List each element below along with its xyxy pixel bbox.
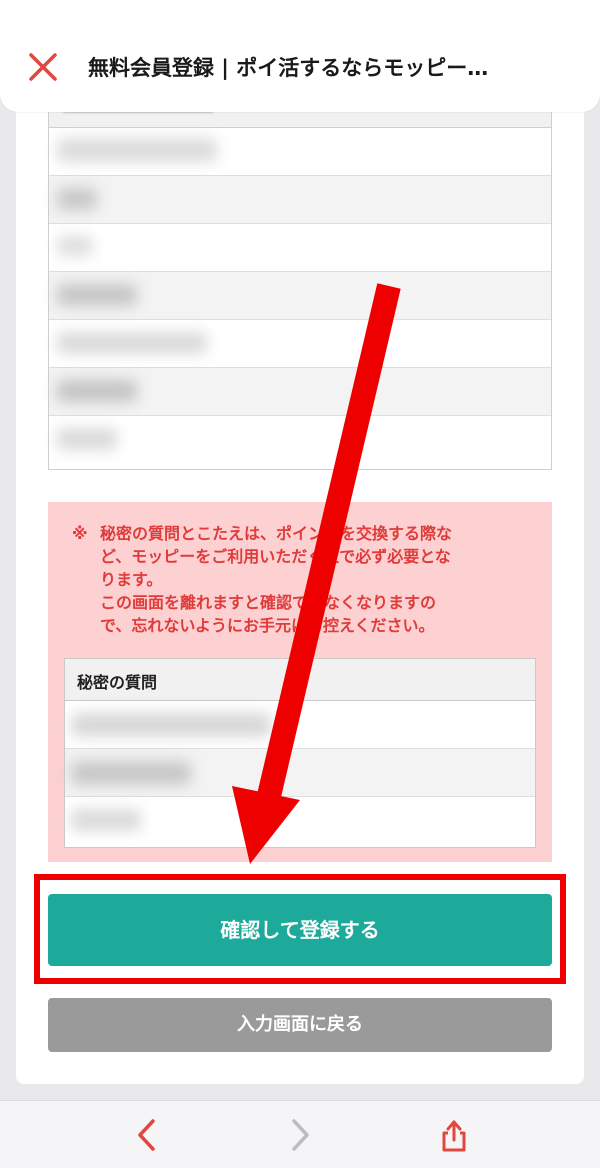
secret-answer-row bbox=[65, 749, 535, 797]
info-table: ▇▇▇▇▇▇▇▇▇▇▇▇▇ bbox=[48, 88, 552, 470]
secret-question-header: 秘密の質問 bbox=[65, 659, 535, 701]
notice-text: ※ 秘密の質問とこたえは、ポイントを交換する際な ど、モッピーをご利用いただく上… bbox=[72, 522, 532, 637]
notice-line: この画面を離れますと確認できなくなりますの bbox=[100, 593, 437, 612]
info-row bbox=[49, 320, 551, 368]
notice-line: で、忘れないようにお手元にお控えください。 bbox=[100, 616, 435, 635]
notice-line: 秘密の質問とこたえは、ポイントを交換する際な bbox=[100, 524, 453, 543]
info-row bbox=[49, 224, 551, 272]
secret-question-row bbox=[65, 701, 535, 749]
notice-line: ります。 bbox=[100, 570, 163, 589]
chevron-right-icon[interactable] bbox=[280, 1115, 320, 1155]
info-row bbox=[49, 368, 551, 416]
secret-question-notice: ※ 秘密の質問とこたえは、ポイントを交換する際な ど、モッピーをご利用いただく上… bbox=[48, 502, 552, 862]
notice-mark: ※ bbox=[72, 524, 88, 543]
secret-question-table: 秘密の質問 bbox=[64, 658, 536, 848]
confirm-register-button[interactable]: 確認して登録する bbox=[48, 894, 552, 966]
notice-line: ど、モッピーをご利用いただく上で必ず必要とな bbox=[100, 547, 451, 566]
browser-toolbar bbox=[0, 1100, 600, 1168]
info-row bbox=[49, 416, 551, 464]
info-row bbox=[49, 128, 551, 176]
close-icon[interactable] bbox=[26, 50, 60, 84]
info-row bbox=[49, 272, 551, 320]
content-card: ▇▇▇▇▇▇▇▇▇▇▇▇▇ ※ 秘密の質問とこたえは、ポイントを交換する際な ど… bbox=[16, 88, 584, 1084]
chevron-left-icon[interactable] bbox=[128, 1115, 168, 1155]
back-to-input-button[interactable]: 入力画面に戻る bbox=[48, 998, 552, 1052]
info-row bbox=[49, 176, 551, 224]
share-icon[interactable] bbox=[434, 1115, 474, 1155]
secret-answer-row bbox=[65, 797, 535, 845]
page-title: 無料会員登録 | ポイ活するならモッピー… bbox=[88, 56, 489, 80]
header-bar: 無料会員登録 | ポイ活するならモッピー… bbox=[0, 0, 600, 112]
